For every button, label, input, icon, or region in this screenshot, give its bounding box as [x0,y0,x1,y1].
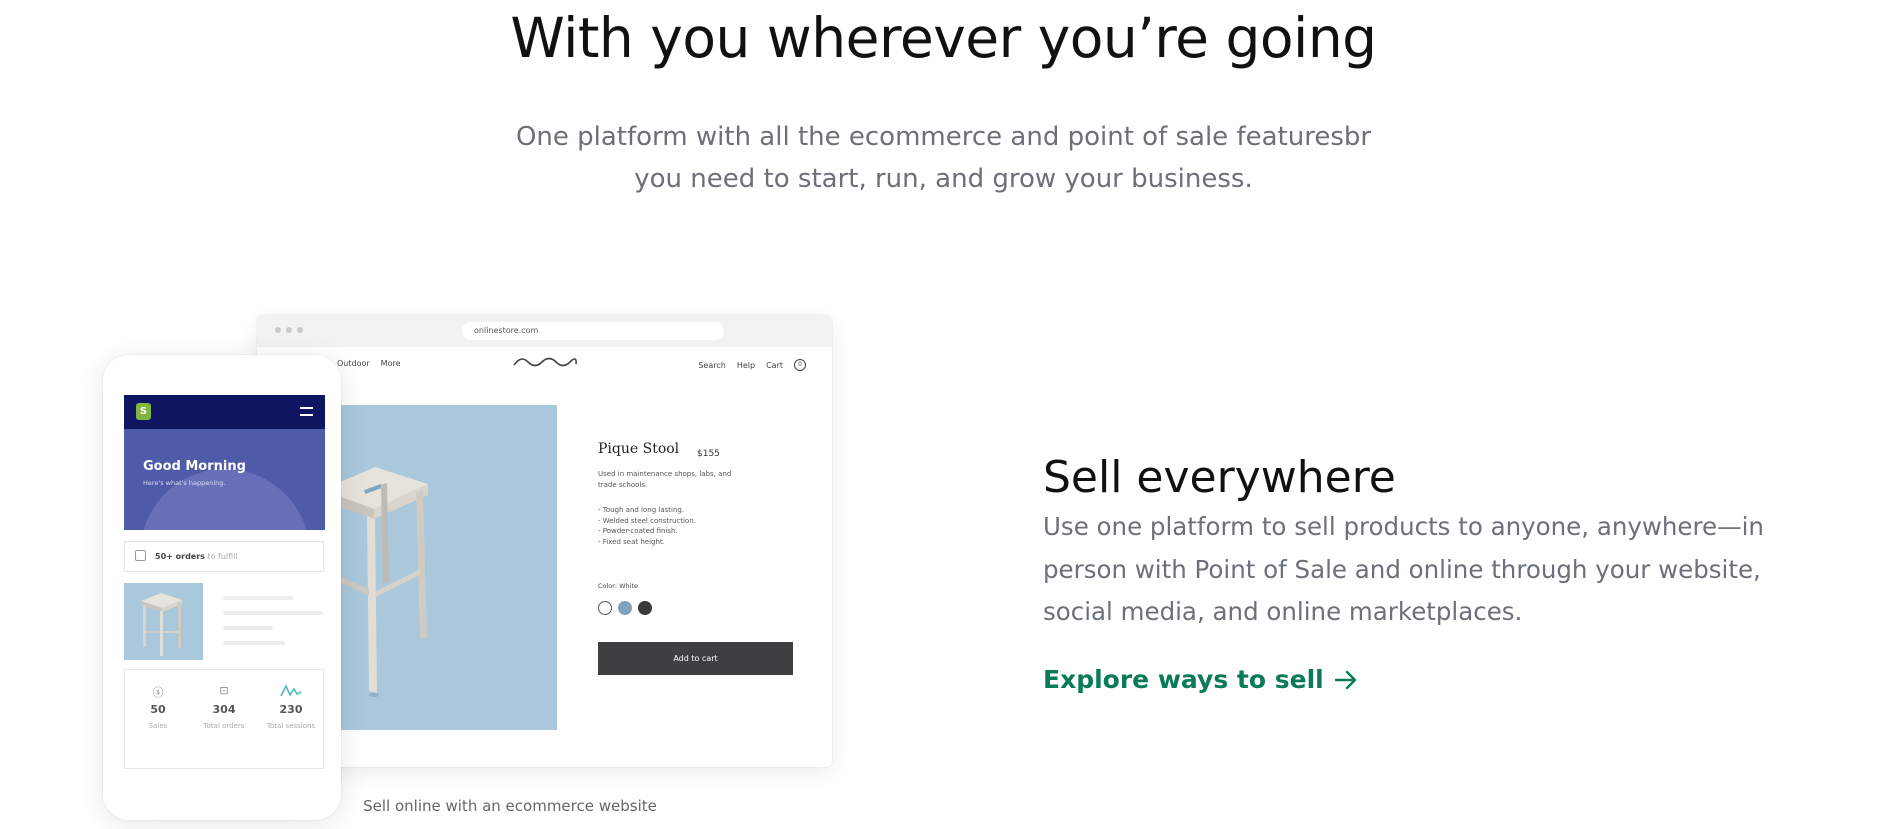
placeholder-lines [223,596,323,656]
admin-header: S [124,395,325,429]
hero-title: With you wherever you’re going [510,6,1377,70]
browser-url-bar: onlinestore.com [462,322,724,340]
orders-suffix: to fulfill [207,552,238,561]
hero-subtitle: One platform with all the ecommerce and … [0,116,1887,200]
feature-item: - Tough and long lasting. [598,506,685,514]
cart-count-badge: 0 [794,359,806,371]
arrow-right-icon [1334,670,1356,689]
add-to-cart-button: Add to cart [598,642,793,675]
product-price: $155 [697,449,720,459]
stat-total-orders: ⊡ 304 Total orders [191,684,257,730]
swatch-black [638,601,652,615]
greeting-banner: Good Morning Here's what's happening. [124,429,325,530]
pulse-icon [258,684,324,698]
stat-value: 50 [150,703,166,716]
explore-ways-to-sell-link[interactable]: Explore ways to sell [1043,665,1358,694]
shopify-bag-icon: S [136,403,151,420]
stat-value: 304 [212,703,236,716]
color-label: Color: White [598,582,639,590]
greeting-subtitle: Here's what's happening. [143,479,226,487]
hero-subtitle-line-1: One platform with all the ecommerce and … [515,122,1372,152]
order-box-icon [135,550,146,561]
stat-sales: ⓢ 50 Sales [125,684,191,730]
swatch-white [598,601,612,615]
wave-logo-icon [513,357,577,367]
nav-item-search: Search [698,360,726,370]
product-features: - Tough and long lasting. - Welded steel… [598,505,696,547]
swatch-blue [618,601,632,615]
stat-value: 230 [279,703,303,716]
link-label: Explore ways to sell [1043,665,1324,694]
nav-item-cart: Cart [766,360,783,370]
section-body: Use one platform to sell products to any… [1043,512,1764,626]
nav-item-more: More [380,359,401,368]
nav-item-help: Help [736,360,756,370]
product-name: Pique Stool [598,441,680,457]
stats-panel: ⓢ 50 Sales ⊡ 304 Total orders 230 Total … [124,669,324,769]
orders-to-fulfill-row: 50+ orders to fulfill [124,541,324,572]
orders-count: 50+ orders [155,552,205,561]
window-controls [275,327,303,333]
inbox-icon: ⊡ [219,684,229,697]
hero-subtitle-line-2: you need to start, run, and grow your bu… [634,164,1253,194]
stat-label: Total orders [203,722,245,730]
feature-item: - Powder-coated finish. [598,527,678,535]
stat-total-sessions: 230 Total sessions [258,684,324,730]
stat-label: Total sessions [266,722,316,730]
browser-mockup: onlinestore.com Outdoor More Search Help… [257,315,832,767]
browser-toolbar: onlinestore.com [257,315,832,347]
illustration-caption: Sell online with an ecommerce website [363,797,657,815]
product-description: Used in maintenance shops, labs, and tra… [598,470,732,489]
stool-thumbnail [124,583,203,660]
color-swatches [598,601,652,615]
nav-item-outdoor: Outdoor [337,359,370,368]
greeting-title: Good Morning [143,459,246,474]
phone-mockup: S Good Morning Here's what's happening. … [103,355,341,820]
dollar-icon: ⓢ [152,686,164,699]
store-nav: Outdoor More Search Help Cart 0 [257,347,832,383]
sell-online-illustration: onlinestore.com Outdoor More Search Help… [85,300,855,829]
feature-item: - Welded steel construction. [598,516,696,525]
hamburger-menu-icon [300,407,313,416]
stat-label: Sales [148,722,168,730]
feature-item: - Fixed seat height. [598,537,665,546]
section-title: Sell everywhere [1043,452,1396,503]
